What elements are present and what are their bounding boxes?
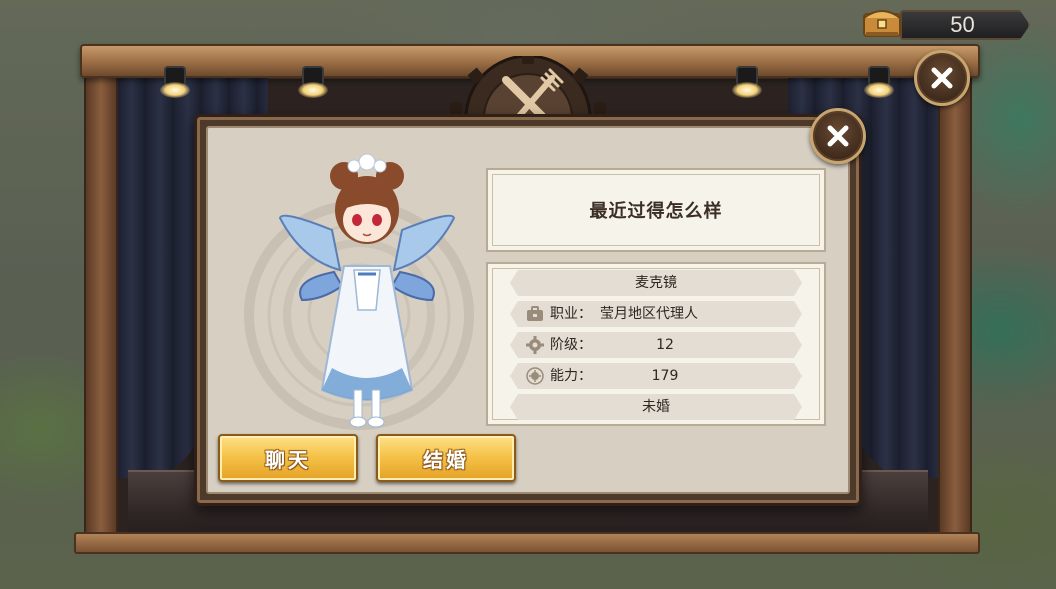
speech-bubble: 最近过得怎么样 [486,168,826,252]
close-stage-button[interactable] [914,50,970,106]
sun-icon [526,367,544,385]
close-icon [827,125,849,147]
job-label: 职业： [550,306,592,322]
gear-icon [526,336,544,354]
character-portrait [278,153,456,428]
briefcase-icon [526,305,544,323]
info-row-ability: 能力： 179 [510,363,802,389]
stage-base [74,532,980,554]
marital-status: 未婚 [642,399,670,415]
stage-lamp [732,66,762,102]
ability-value: 179 [651,368,679,384]
currency-value: 50 [950,12,975,37]
marry-button[interactable]: 结婚 [376,434,516,482]
stage-pillar-right [938,76,972,546]
stage-lamp [298,66,328,102]
info-row-name: 麦克镜 [510,270,802,296]
stage-lamp [864,66,894,102]
close-icon [931,67,953,89]
treasure-chest-icon [863,10,901,37]
info-row-rank: 阶级： 12 [510,332,802,358]
job-value: 莹月地区代理人 [600,306,698,322]
rank-label: 阶级： [550,337,592,353]
rank-value: 12 [656,337,674,353]
close-dialog-button[interactable] [810,108,866,164]
stage-lamp [160,66,190,102]
info-row-marital-status: 未婚 [510,394,802,420]
chat-button[interactable]: 聊天 [218,434,358,482]
character-name: 麦克镜 [635,275,677,291]
stage-pillar-left [84,76,118,546]
info-row-job: 职业： 莹月地区代理人 [510,301,802,327]
ability-label: 能力： [550,368,592,384]
speech-text: 最近过得怎么样 [589,201,723,222]
